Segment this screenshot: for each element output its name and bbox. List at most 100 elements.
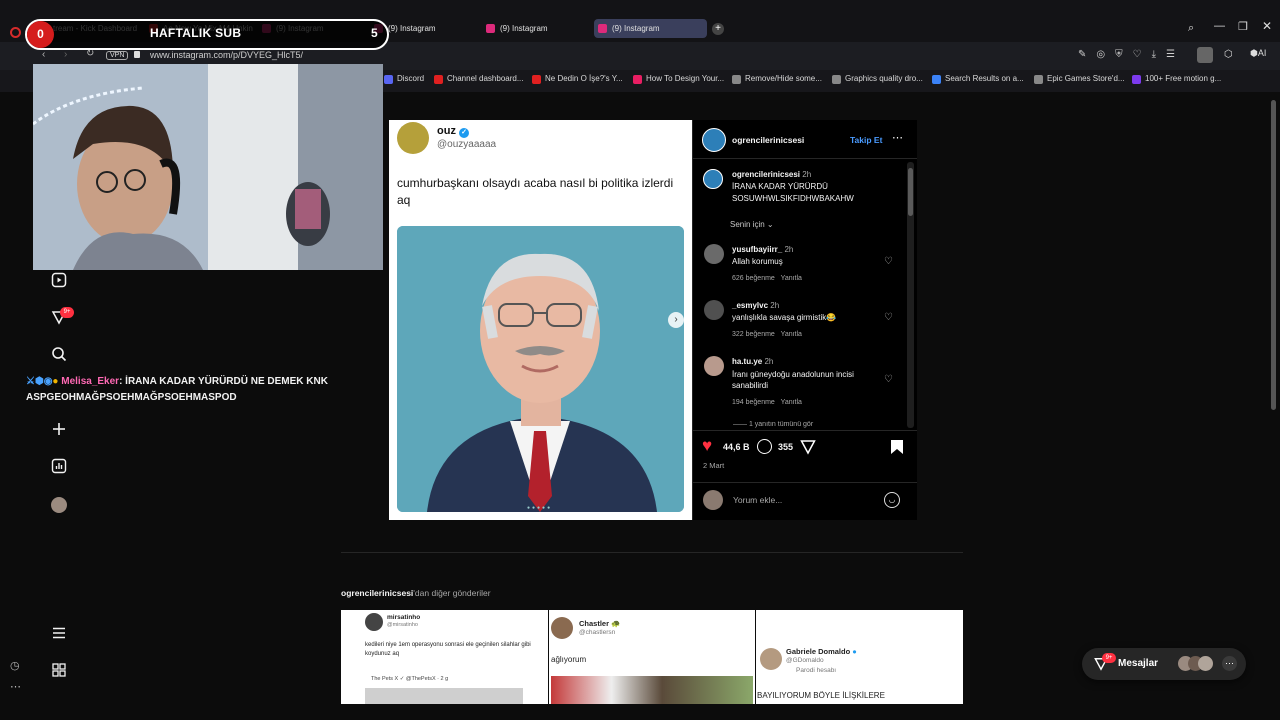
history-icon[interactable]: ◷ [10, 659, 20, 672]
more-post-thumb[interactable]: mirsatinho @mirsatinho kedileri niye 1em… [341, 610, 548, 704]
thumb-name: Chastler 🐢 [579, 619, 621, 628]
menu-icon[interactable] [50, 625, 68, 643]
scrollbar-thumb[interactable] [908, 168, 913, 216]
options-icon[interactable]: ⋯ [892, 131, 903, 144]
reply-button[interactable]: Yanıtla [781, 399, 802, 406]
thumb-handle: @GDomaldo [786, 657, 824, 664]
profile-icon[interactable] [51, 497, 67, 513]
comment-avatar[interactable] [704, 300, 724, 320]
apps-icon[interactable] [50, 662, 68, 680]
tab-label: (9) Instagram [388, 24, 436, 33]
comment-user[interactable]: yusufbayiirr_ 2h [732, 245, 793, 254]
comment-input[interactable]: Yorum ekle... [733, 495, 782, 505]
comment-text: İranı güneydoğu anadolunun incisi sanabi… [732, 370, 854, 390]
thumb-handle: @chastlersn [579, 629, 616, 636]
notification-badge: 9+ [60, 307, 74, 318]
bookmark-item[interactable]: Discord [384, 74, 424, 84]
thumb-text: kedileri niye 1em operasyonu sonrasi ele… [365, 642, 531, 657]
page-scrollbar[interactable] [1271, 100, 1276, 410]
emoji-icon[interactable]: ◡ [884, 492, 900, 508]
close-window-icon[interactable]: ✕ [1262, 19, 1272, 33]
bookmark-label: Search Results on a... [945, 74, 1024, 83]
caption-avatar [703, 169, 723, 189]
messages-more-icon[interactable]: ⋯ [1222, 656, 1237, 671]
bookmark-favicon-icon [1132, 75, 1141, 84]
vpn-badge[interactable]: VPN [106, 51, 129, 60]
panel-divider [693, 482, 917, 483]
sort-dropdown[interactable]: Senin için ⌄ [730, 220, 774, 229]
bookmark-favicon-icon [384, 75, 393, 84]
comment-user[interactable]: ha.tu.ye 2h [732, 357, 773, 366]
bookmark-item[interactable]: Graphics quality dro... [832, 74, 923, 84]
minimize-icon[interactable]: — [1214, 20, 1225, 32]
browser-tab[interactable]: (9) Instagram [482, 19, 592, 38]
bookmark-favicon-icon [633, 75, 642, 84]
more-icon[interactable]: ⋯ [10, 680, 21, 693]
forward-icon[interactable]: › [64, 49, 67, 60]
thumb-sub: Parodi hesabı [796, 667, 837, 674]
author-name[interactable]: ogrencilerinicsesi [732, 135, 804, 145]
back-icon[interactable]: ‹ [42, 49, 45, 60]
author-avatar[interactable] [702, 128, 726, 152]
comment-like-icon[interactable]: ♡ [884, 256, 893, 267]
share-icon[interactable] [800, 439, 816, 460]
comment-text: Allah korumuş [732, 257, 783, 266]
comment-icon[interactable] [757, 439, 772, 454]
profile-avatar[interactable] [1197, 47, 1213, 63]
thumb-avatar [551, 617, 573, 639]
comment-like-icon[interactable]: ♡ [884, 312, 893, 323]
extensions-icon[interactable]: ⬡ [1224, 49, 1233, 60]
comment-avatar[interactable] [704, 244, 724, 264]
bookmark-item[interactable]: Ne Dedin O İşe?'s Y... [532, 74, 623, 84]
more-post-thumb[interactable]: Chastler 🐢 @chastlersn ağlıyorum [549, 610, 755, 704]
like-icon[interactable]: ♥ [702, 436, 712, 456]
reels-icon[interactable] [50, 272, 68, 290]
search-icon[interactable] [50, 346, 68, 364]
bookmark-favicon-icon [1034, 75, 1043, 84]
comment-user[interactable]: _esmylvc 2h [732, 301, 779, 310]
comment-avatar[interactable] [704, 356, 724, 376]
maximize-icon[interactable]: ❐ [1238, 20, 1248, 33]
url-field[interactable]: www.instagram.com/p/DVYEG_HlcT5/ [150, 50, 303, 60]
more-posts-title: ogrencilerinicsesi'dan diğer gönderiler [341, 588, 491, 598]
chat-message: ⚔⬢◉● Melisa_Eker: İRANA KADAR YÜRÜRDÜ NE… [26, 374, 366, 406]
bookmark-item[interactable]: Remove/Hide some... [732, 74, 822, 84]
next-image-button[interactable]: › [668, 312, 684, 328]
bookmark-item[interactable]: Channel dashboard... [434, 74, 524, 84]
new-tab-icon[interactable]: + [712, 23, 724, 35]
tab-favicon-icon [598, 24, 607, 33]
bookmark-item[interactable]: Epic Games Store'd... [1034, 74, 1125, 84]
messages-label: Mesajlar [1118, 658, 1159, 669]
bookmark-label: Ne Dedin O İşe?'s Y... [545, 74, 623, 83]
thumb-avatar [365, 613, 383, 631]
bookmark-item[interactable]: How To Design Your... [633, 74, 724, 84]
dashboard-icon[interactable] [50, 458, 68, 476]
bookmark-icon[interactable] [890, 439, 904, 460]
like-count: 44,6 B [723, 442, 750, 452]
tweet-avatar [397, 122, 429, 154]
bookmark-item[interactable]: 100+ Free motion g... [1132, 74, 1221, 84]
reply-button[interactable]: Yanıtla [781, 331, 802, 338]
sub-count-badge: 0 [27, 21, 54, 48]
browser-tab[interactable]: (9) Instagram [594, 19, 707, 38]
webcam-feed [33, 64, 383, 270]
messages-button[interactable]: 9+ Mesajlar ⋯ [1082, 648, 1246, 680]
more-post-thumb[interactable]: Gabriele Domaldo ● @GDomaldo Parodi hesa… [756, 610, 963, 704]
tweet-text: cumhurbaşkanı olsaydı acaba nasıl bi pol… [397, 176, 674, 207]
bookmark-label: Epic Games Store'd... [1047, 74, 1125, 83]
tab-search-icon[interactable]: ⌕ [1188, 22, 1194, 35]
thumb-handle: @mirsatinho [387, 622, 418, 628]
opera-logo-icon[interactable] [10, 27, 21, 38]
tab-favicon-icon [486, 24, 495, 33]
thumb-name: mirsatinho [387, 614, 421, 621]
view-replies-link[interactable]: —— 1 yanıtın tümünü gör [733, 421, 813, 428]
instagram-sidebar [33, 270, 85, 710]
comment-like-icon[interactable]: ♡ [884, 374, 893, 385]
tab-label: (9) Instagram [612, 24, 660, 33]
ai-button[interactable]: ⬢AI [1250, 48, 1266, 59]
bookmark-favicon-icon [932, 75, 941, 84]
bookmark-item[interactable]: Search Results on a... [932, 74, 1024, 84]
follow-button[interactable]: Takip Et [850, 135, 882, 145]
reply-button[interactable]: Yanıtla [781, 275, 802, 282]
create-icon[interactable] [50, 421, 68, 439]
